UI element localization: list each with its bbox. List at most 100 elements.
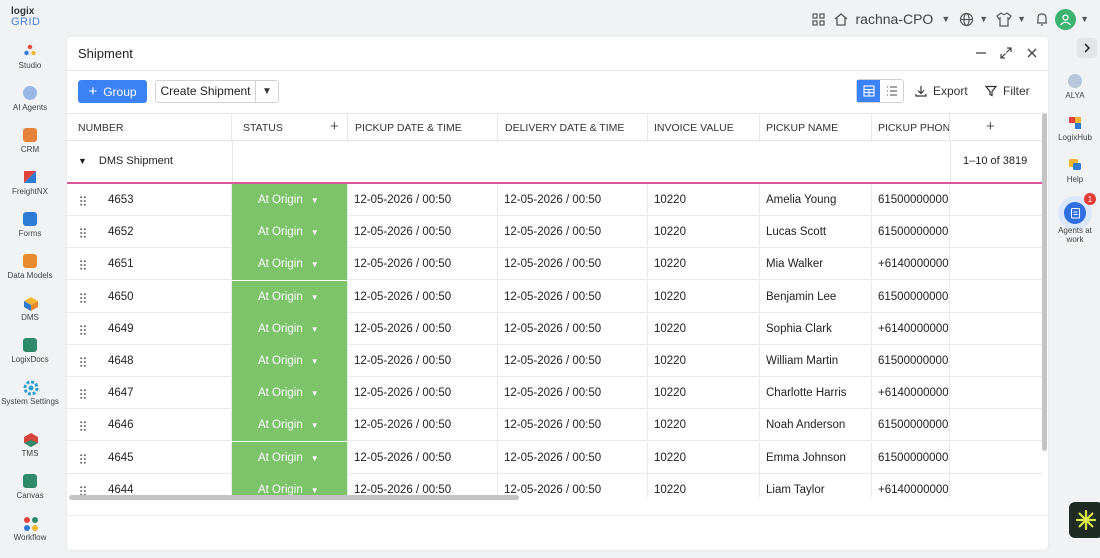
shirt-icon[interactable] (995, 10, 1013, 28)
cell-text: +614000000000 (878, 322, 949, 335)
expand-sidebar-button[interactable] (1077, 38, 1097, 58)
group-button[interactable]: + Group (78, 80, 147, 103)
status-chevron-down-icon[interactable]: ▼ (311, 389, 319, 398)
create-options-chevron-down-icon[interactable]: ▼ (256, 86, 278, 97)
drag-handle-icon[interactable] (80, 324, 86, 335)
drag-handle-icon[interactable] (80, 292, 86, 303)
sidebar-item-data-models[interactable]: Data Models (0, 254, 60, 280)
sidebar-item-ai-agents[interactable]: AI Agents (0, 86, 60, 112)
table-row[interactable]: 4647 At Origin ▼ 12-05-2026 / 00:50 12-05-20… (67, 377, 1042, 410)
sidebar-item-forms[interactable]: Forms (0, 212, 60, 238)
drag-handle-icon[interactable] (80, 227, 86, 238)
app-logo[interactable]: logix GRID (11, 7, 40, 28)
user-menu-chevron-down-icon[interactable]: ▼ (1080, 14, 1089, 24)
close-button[interactable] (1024, 45, 1040, 61)
sidebar-item-crm[interactable]: CRM (0, 128, 60, 154)
agents-at-work-button[interactable]: 1 (1058, 193, 1096, 230)
sidebar-item-freightnx[interactable]: FreightNX (0, 170, 60, 196)
status-chevron-down-icon[interactable]: ▼ (311, 196, 319, 205)
card-view-button[interactable] (857, 80, 880, 102)
column-header-delivery-date[interactable]: DELIVERY DATE & TIME (498, 114, 648, 142)
table-row[interactable]: 4644 At Origin ▼ 12-05-2026 / 00:50 12-05-20… (67, 473, 1042, 497)
table-row[interactable]: 4653 At Origin ▼ 12-05-2026 / 00:50 12-05-20… (67, 184, 1042, 216)
sidebar-item-canvas[interactable]: Canvas (0, 474, 60, 500)
status-chevron-down-icon[interactable]: ▼ (311, 486, 319, 495)
assistant-launcher-button[interactable] (1069, 502, 1100, 538)
drag-handle-icon[interactable] (80, 356, 86, 367)
right-item-logixhub[interactable]: LogixHub (1050, 116, 1100, 142)
status-chevron-down-icon[interactable]: ▼ (311, 421, 319, 430)
status-dropdown[interactable]: At Origin ▼ (232, 441, 348, 474)
cell-pickup-date: 12-05-2026 / 00:50 (348, 345, 498, 377)
sidebar-item-logixdocs[interactable]: LogixDocs (0, 338, 60, 364)
status-dropdown[interactable]: At Origin ▼ (232, 280, 348, 313)
column-header-pickup-date[interactable]: PICKUP DATE & TIME (348, 114, 498, 142)
bell-icon[interactable] (1033, 10, 1051, 28)
status-chevron-down-icon[interactable]: ▼ (311, 357, 319, 366)
status-chevron-down-icon[interactable]: ▼ (311, 260, 319, 269)
group-header[interactable]: ▼ DMS Shipment (78, 155, 173, 167)
status-label: At Origin (258, 194, 303, 206)
workspace-user-name[interactable]: rachna-CPO (856, 11, 934, 27)
sidebar-item-workflow[interactable]: Workflow (0, 516, 60, 542)
table-row[interactable]: 4652 At Origin ▼ 12-05-2026 / 00:50 12-05-20… (67, 216, 1042, 249)
list-view-button[interactable] (880, 80, 903, 102)
horizontal-scrollbar[interactable] (69, 495, 519, 500)
column-header-invoice-value[interactable]: INVOICE VALUE (648, 114, 760, 142)
export-button[interactable]: Export (915, 84, 968, 98)
cell-invoice-value: 10220 (648, 441, 760, 474)
add-column-plus-icon[interactable]: + (986, 118, 995, 135)
column-header-pickup-phone[interactable]: PICKUP PHONE (872, 114, 950, 142)
right-item-help[interactable]: Help (1050, 158, 1100, 184)
group-row[interactable]: ▼ DMS Shipment 1–10 of 3819 (67, 141, 1042, 184)
sidebar-item-system-settings[interactable]: System Settings (0, 380, 60, 406)
status-chevron-down-icon[interactable]: ▼ (311, 293, 319, 302)
status-chevron-down-icon[interactable]: ▼ (311, 325, 319, 334)
status-chevron-down-icon[interactable]: ▼ (311, 454, 319, 463)
create-shipment-button[interactable]: Create Shipment (156, 81, 256, 102)
sidebar-item-tms[interactable]: TMS (0, 432, 60, 458)
status-dropdown[interactable]: At Origin ▼ (232, 345, 348, 377)
table-row[interactable]: 4646 At Origin ▼ 12-05-2026 / 00:50 12-05-20… (67, 409, 1042, 442)
table-row[interactable]: 4649 At Origin ▼ 12-05-2026 / 00:50 12-05-20… (67, 312, 1042, 345)
status-dropdown[interactable]: At Origin ▼ (232, 248, 348, 281)
drag-handle-icon[interactable] (80, 259, 86, 271)
vertical-scrollbar[interactable] (1042, 113, 1047, 451)
avatar[interactable] (1055, 8, 1077, 30)
table-row[interactable]: 4650 At Origin ▼ 12-05-2026 / 00:50 12-05-20… (67, 280, 1042, 313)
column-header-pickup-name[interactable]: PICKUP NAME (760, 114, 872, 142)
right-item-alya[interactable]: ALYA (1050, 74, 1100, 100)
status-dropdown[interactable]: At Origin ▼ (232, 312, 348, 345)
status-dropdown[interactable]: At Origin ▼ (232, 184, 348, 216)
drag-handle-icon[interactable] (80, 420, 86, 432)
table-row[interactable]: 4648 At Origin ▼ 12-05-2026 / 00:50 12-05-20… (67, 345, 1042, 377)
add-column-plus-icon[interactable]: + (330, 118, 339, 135)
drag-handle-icon[interactable] (80, 453, 86, 464)
status-dropdown[interactable]: At Origin ▼ (232, 473, 348, 497)
column-header-number[interactable]: NUMBER (67, 114, 232, 142)
status-dropdown[interactable]: At Origin ▼ (232, 216, 348, 249)
minimize-button[interactable] (973, 45, 989, 61)
sidebar-item-studio[interactable]: Studio (0, 44, 60, 70)
workflow-icon (23, 516, 38, 531)
drag-handle-icon[interactable] (80, 388, 86, 399)
cell-text: 61500000000 (878, 419, 949, 432)
drag-handle-icon[interactable] (80, 195, 86, 206)
sidebar-item-dms[interactable]: DMS (0, 296, 60, 322)
filter-button[interactable]: Filter (985, 84, 1030, 98)
expand-button[interactable] (998, 45, 1014, 61)
status-dropdown[interactable]: At Origin ▼ (232, 377, 348, 410)
table-row[interactable]: 4651 At Origin ▼ 12-05-2026 / 00:50 12-05-20… (67, 248, 1042, 281)
globe-icon[interactable] (957, 10, 975, 28)
table-row[interactable]: 4645 At Origin ▼ 12-05-2026 / 00:50 12-05-20… (67, 441, 1042, 474)
apps-grid-icon[interactable] (810, 10, 828, 28)
status-chevron-down-icon[interactable]: ▼ (311, 228, 319, 237)
status-dropdown[interactable]: At Origin ▼ (232, 409, 348, 442)
workspace-chevron-down-icon[interactable]: ▼ (941, 14, 950, 24)
collapse-caret-down-icon[interactable]: ▼ (78, 156, 87, 166)
group-button-label: Group (103, 84, 137, 99)
home-icon[interactable] (832, 10, 850, 28)
theme-chevron-down-icon[interactable]: ▼ (1017, 14, 1026, 24)
language-chevron-down-icon[interactable]: ▼ (979, 14, 988, 24)
drag-handle-icon[interactable] (80, 485, 86, 496)
